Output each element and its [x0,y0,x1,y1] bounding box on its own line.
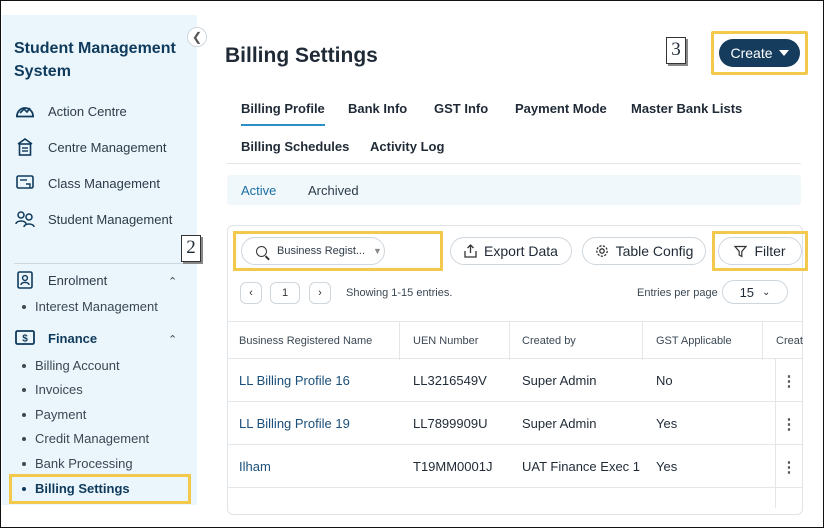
column-created-by[interactable]: Created by [522,335,576,347]
sidebar-subitem-payment[interactable]: Payment [22,407,86,423]
gst-cell: No [656,373,673,388]
class-icon [14,173,36,193]
created-by-cell: UAT Finance Exec 1 [522,459,641,474]
step-marker-2: 2 [181,235,201,262]
tab-payment-mode[interactable]: Payment Mode [515,101,607,116]
sidebar-item-finance[interactable]: $ Finance [14,328,97,348]
sidebar-item-centre-management[interactable]: Centre Management [14,137,167,157]
tab-bank-info[interactable]: Bank Info [348,101,407,116]
sidebar-divider [14,263,184,264]
business-name-link[interactable]: LL Billing Profile 19 [239,416,350,431]
app-title: Student Management System [14,40,176,80]
chevron-left-icon: ‹ [249,287,253,299]
gst-cell: Yes [656,416,678,431]
table-row-partial [228,488,802,508]
sidebar-subitem-bank-processing[interactable]: Bank Processing [22,456,133,472]
step-marker-3: 3 [666,37,686,64]
entries-per-page-select[interactable]: 15 ⌄ [722,280,788,304]
uen-cell: LL7899909U [413,416,488,431]
caret-down-icon: ▼ [373,246,382,256]
tab-billing-profile[interactable]: Billing Profile [241,101,325,126]
entries-per-page-label: Entries per page [637,287,718,299]
sidebar-item-student-management[interactable]: Student Management [14,209,172,229]
chevron-up-icon[interactable]: ⌃ [168,275,177,288]
highlight-create: Create [711,31,808,75]
sidebar: Student Management System Action Centre … [2,15,197,505]
finance-icon: $ [14,328,36,348]
subtab-archived[interactable]: Archived [308,183,359,198]
sidebar-subitem-billing-account[interactable]: Billing Account [22,358,120,374]
row-actions-icon[interactable]: ⋮ [775,445,802,488]
sidebar-item-label: Student Management [48,211,173,227]
sidebar-item-action-centre[interactable]: Action Centre [14,101,127,121]
svg-text:$: $ [22,334,28,345]
column-business-registered-name[interactable]: Business Registered Name [239,335,372,347]
tab-activity-log[interactable]: Activity Log [370,139,444,154]
filter-icon [734,245,748,258]
row-actions-icon[interactable]: ⋮ [775,402,802,445]
sidebar-item-label: Finance [48,330,98,346]
subtab-active[interactable]: Active [241,183,276,198]
sidebar-item-enrolment[interactable]: Enrolment [14,270,107,290]
sidebar-subitem-credit-management[interactable]: Credit Management [22,431,149,447]
enrolment-icon [14,270,36,290]
export-icon [464,244,477,258]
row-actions-icon[interactable]: ⋮ [775,359,802,402]
uen-cell: T19MM0001J [413,459,493,474]
sidebar-item-label: Class Management [48,175,160,191]
next-page-button[interactable]: › [309,282,331,304]
tab-master-bank-lists[interactable]: Master Bank Lists [631,101,742,116]
filter-button[interactable]: Filter [718,237,802,265]
sidebar-subitem-invoices[interactable]: Invoices [22,382,83,398]
showing-entries-text: Showing 1-15 entries. [346,287,453,299]
business-name-link[interactable]: LL Billing Profile 16 [239,373,350,388]
column-uen-number[interactable]: UEN Number [413,335,478,347]
current-page[interactable]: 1 [270,282,300,304]
settings-tabs: Billing Profile Bank Info GST Info Payme… [227,91,801,164]
building-icon [14,137,36,157]
app-window: Student Management System Action Centre … [0,0,824,528]
uen-cell: LL3216549V [413,373,487,388]
table-row[interactable]: Ilham T19MM0001J UAT Finance Exec 1 Yes … [228,445,802,488]
chevron-up-icon[interactable]: ⌃ [168,333,177,346]
column-created[interactable]: Creat [776,335,803,347]
table-header: Business Registered Name UEN Number Crea… [228,321,803,360]
table-config-button[interactable]: Table Config [582,237,706,265]
sidebar-subitem-interest-management[interactable]: Interest Management [22,299,158,315]
chevron-left-icon: ❮ [191,30,203,44]
export-data-button[interactable]: Export Data [450,237,572,265]
action-centre-icon [14,101,36,121]
create-button[interactable]: Create [719,39,800,67]
collapse-sidebar-button[interactable]: ❮ [187,27,207,47]
tab-gst-info[interactable]: GST Info [434,101,488,116]
status-subtabs: Active Archived [227,175,801,205]
sidebar-item-class-management[interactable]: Class Management [14,173,160,193]
sidebar-item-label: Enrolment [48,272,108,288]
gst-cell: Yes [656,459,678,474]
page-title: Billing Settings [225,44,378,67]
business-name-link[interactable]: Ilham [239,459,271,474]
chevron-right-icon: › [318,287,322,299]
sidebar-item-label: Action Centre [48,103,127,119]
students-icon [14,209,36,229]
caret-down-icon [778,50,789,56]
highlight-billing-settings [9,474,191,504]
table-row[interactable]: LL Billing Profile 16 LL3216549V Super A… [228,359,802,402]
created-by-cell: Super Admin [522,373,597,388]
tab-billing-schedules[interactable]: Billing Schedules [241,139,349,154]
column-gst-applicable[interactable]: GST Applicable [656,335,732,347]
created-by-cell: Super Admin [522,416,597,431]
table-row[interactable]: LL Billing Profile 19 LL7899909U Super A… [228,402,802,445]
search-icon [256,245,267,257]
row-actions-icon[interactable] [775,488,802,508]
search-field-value: Business Regist... [277,245,366,257]
prev-page-button[interactable]: ‹ [240,282,262,304]
search-field-dropdown[interactable]: Business Regist... ▼ [241,237,385,265]
sidebar-item-label: Centre Management [48,139,167,155]
chevron-down-icon: ⌄ [762,286,771,298]
gear-icon [595,245,608,257]
